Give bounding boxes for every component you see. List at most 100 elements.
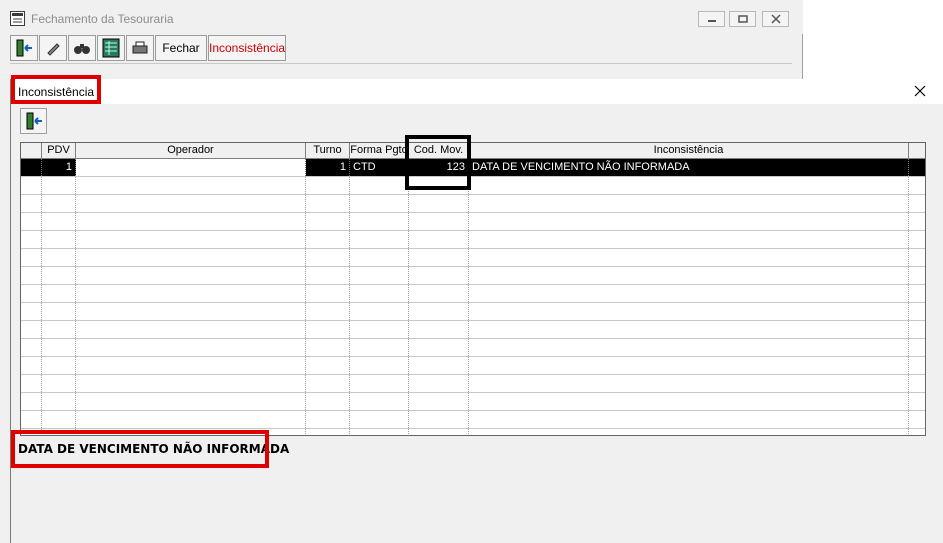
dialog-exit-button[interactable]	[20, 108, 47, 134]
empty-cell	[409, 249, 469, 266]
empty-cell	[21, 411, 42, 428]
empty-cell	[306, 375, 350, 392]
empty-cell	[42, 285, 76, 302]
close-icon[interactable]	[912, 83, 928, 99]
dialog-title-bar: Inconsistência	[11, 79, 943, 104]
empty-cell	[350, 285, 409, 302]
empty-cell	[306, 213, 350, 230]
close-button[interactable]	[762, 11, 789, 27]
empty-cell	[409, 231, 469, 248]
empty-row	[21, 303, 925, 321]
maximize-button[interactable]	[729, 11, 756, 27]
empty-cell	[76, 303, 306, 320]
empty-cell	[469, 357, 909, 374]
empty-row	[21, 375, 925, 393]
empty-row	[21, 339, 925, 357]
empty-cell	[409, 411, 469, 428]
empty-cell	[21, 213, 42, 230]
maximize-icon	[737, 15, 748, 23]
exit-door-icon	[26, 112, 42, 130]
empty-cell	[409, 213, 469, 230]
print-button[interactable]	[126, 35, 154, 61]
empty-cell	[42, 357, 76, 374]
exit-door-icon	[16, 39, 32, 57]
empty-cell	[21, 231, 42, 248]
empty-cell	[21, 177, 42, 194]
empty-cell	[42, 231, 76, 248]
empty-cell	[409, 303, 469, 320]
exit-door-button[interactable]	[10, 35, 38, 61]
empty-row	[21, 285, 925, 303]
empty-cell	[350, 429, 409, 435]
empty-cell	[469, 303, 909, 320]
empty-cell	[42, 321, 76, 338]
empty-row	[21, 249, 925, 267]
empty-cell	[350, 393, 409, 410]
empty-cell	[42, 339, 76, 356]
empty-cell	[21, 321, 42, 338]
empty-cell	[469, 411, 909, 428]
empty-cell	[469, 177, 909, 194]
cod-mov-highlight-box	[405, 135, 471, 190]
empty-cell	[409, 267, 469, 284]
inconsistencia-toolbar-button[interactable]: Inconsistência	[208, 35, 286, 61]
header-pdv[interactable]: PDV	[42, 143, 76, 158]
pencil-icon	[47, 43, 60, 56]
cell-forma-pgto[interactable]: CTD	[350, 159, 409, 176]
empty-cell	[350, 375, 409, 392]
empty-cell	[409, 339, 469, 356]
empty-cell	[409, 357, 469, 374]
empty-cell	[350, 303, 409, 320]
empty-cell	[76, 357, 306, 374]
empty-cell	[409, 321, 469, 338]
empty-cell	[21, 249, 42, 266]
empty-cell	[306, 195, 350, 212]
empty-cell	[76, 195, 306, 212]
empty-cell	[76, 249, 306, 266]
empty-row	[21, 177, 925, 195]
row-indicator	[21, 159, 42, 176]
search-binoculars-button[interactable]	[68, 35, 96, 61]
empty-row	[21, 393, 925, 411]
background-window-title: Fechamento da Tesouraria	[31, 12, 174, 26]
cell-pdv[interactable]: 1	[42, 159, 76, 176]
empty-cell	[469, 393, 909, 410]
empty-cell	[76, 285, 306, 302]
empty-cell	[306, 249, 350, 266]
empty-cell	[469, 429, 909, 435]
empty-cell	[409, 375, 469, 392]
empty-cell	[306, 231, 350, 248]
cell-operador[interactable]	[76, 159, 306, 176]
header-operador[interactable]: Operador	[76, 143, 306, 158]
table-row[interactable]: 1 1 CTD 123 DATA DE VENCIMENTO NÃO INFOR…	[21, 159, 925, 177]
fechar-button[interactable]: Fechar	[155, 35, 207, 61]
empty-cell	[469, 375, 909, 392]
empty-cell	[42, 411, 76, 428]
spreadsheet-button[interactable]	[97, 35, 125, 61]
empty-cell	[21, 357, 42, 374]
close-icon	[770, 14, 781, 24]
empty-cell	[42, 195, 76, 212]
empty-cell	[76, 213, 306, 230]
grid-header: PDV Operador Turno Forma Pgto Cod. Mov. …	[21, 143, 925, 159]
empty-cell	[42, 177, 76, 194]
header-turno[interactable]: Turno	[306, 143, 350, 158]
header-forma-pgto[interactable]: Forma Pgto	[350, 143, 409, 158]
empty-cell	[76, 375, 306, 392]
empty-cell	[306, 357, 350, 374]
cell-inconsistencia[interactable]: DATA DE VENCIMENTO NÃO INFORMADA	[469, 159, 909, 176]
empty-row	[21, 195, 925, 213]
edit-pencil-button[interactable]	[39, 35, 67, 61]
empty-cell	[306, 303, 350, 320]
spreadsheet-icon	[102, 38, 120, 58]
minimize-button[interactable]	[698, 11, 725, 27]
inconsistency-grid[interactable]: PDV Operador Turno Forma Pgto Cod. Mov. …	[20, 142, 926, 436]
empty-cell	[76, 339, 306, 356]
header-inconsistencia[interactable]: Inconsistência	[469, 143, 909, 158]
cell-turno[interactable]: 1	[306, 159, 350, 176]
empty-row	[21, 357, 925, 375]
empty-cell	[469, 231, 909, 248]
empty-row	[21, 213, 925, 231]
binoculars-icon	[74, 44, 90, 54]
empty-cell	[469, 213, 909, 230]
